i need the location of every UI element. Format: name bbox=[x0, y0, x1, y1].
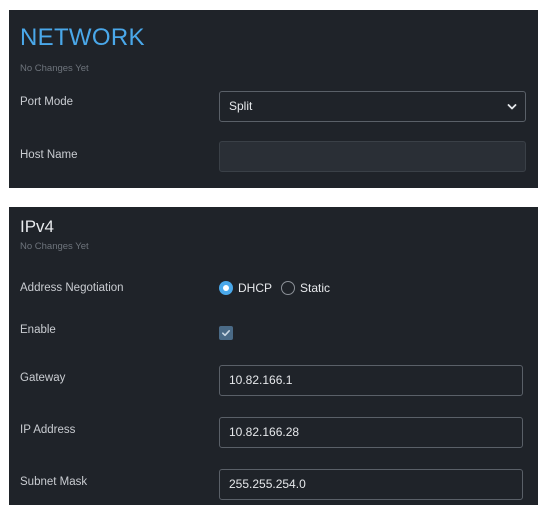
port-mode-label: Port Mode bbox=[20, 96, 74, 108]
host-name-label: Host Name bbox=[20, 149, 78, 161]
ip-address-input[interactable]: 10.82.166.28 bbox=[219, 417, 523, 448]
dhcp-radio[interactable]: DHCP bbox=[219, 281, 272, 295]
ipv4-status: No Changes Yet bbox=[20, 241, 89, 252]
checkmark-icon bbox=[222, 330, 230, 337]
host-name-input[interactable] bbox=[219, 141, 526, 172]
subnet-mask-input[interactable]: 255.255.254.0 bbox=[219, 469, 523, 500]
address-negotiation-label: Address Negotiation bbox=[20, 282, 124, 294]
chevron-down-icon bbox=[507, 104, 517, 110]
static-radio[interactable]: Static bbox=[281, 281, 330, 295]
ipv4-panel: IPv4 No Changes Yet Address Negotiation … bbox=[9, 207, 538, 505]
ip-address-label: IP Address bbox=[20, 424, 76, 436]
network-status: No Changes Yet bbox=[20, 63, 89, 74]
gateway-label: Gateway bbox=[20, 372, 66, 384]
port-mode-value: Split bbox=[229, 99, 253, 113]
enable-label: Enable bbox=[20, 324, 56, 336]
network-title: NETWORK bbox=[20, 24, 145, 51]
subnet-mask-label: Subnet Mask bbox=[20, 476, 88, 488]
network-panel: NETWORK No Changes Yet Port Mode Split H… bbox=[9, 10, 538, 188]
dhcp-radio-label: DHCP bbox=[238, 281, 273, 295]
address-negotiation-radio-group: DHCP Static bbox=[219, 281, 339, 295]
gateway-input[interactable]: 10.82.166.1 bbox=[219, 365, 523, 396]
enable-checkbox[interactable] bbox=[219, 326, 233, 340]
port-mode-select[interactable]: Split bbox=[219, 91, 526, 122]
ipv4-title: IPv4 bbox=[20, 217, 55, 236]
radio-checked-icon bbox=[219, 281, 233, 295]
static-radio-label: Static bbox=[300, 281, 331, 295]
radio-unchecked-icon bbox=[281, 281, 296, 295]
